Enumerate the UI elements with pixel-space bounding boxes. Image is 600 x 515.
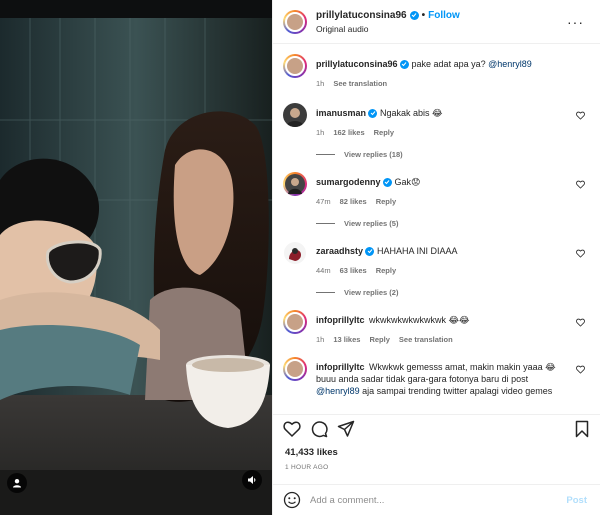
post-details: prillylatuconsina96 • Follow Original au… [272, 0, 600, 515]
comment-text: wkwkwkwkwkwkwk 😂😂 [369, 315, 470, 325]
comment-item: imanusman Ngakak abis 😂 1h 162 likes Repl… [283, 103, 600, 137]
comment-text: Gak😟 [394, 177, 421, 187]
post-comment-button[interactable]: Post [566, 495, 587, 506]
share-icon[interactable] [337, 420, 355, 438]
author-username[interactable]: prillylatuconsina96 [316, 10, 407, 21]
view-replies-button[interactable]: View replies (18) [316, 150, 600, 159]
commenter-username[interactable]: imanusman [316, 108, 366, 118]
comment-likes[interactable]: 82 likes [340, 197, 367, 206]
more-options-icon[interactable]: ··· [567, 14, 584, 30]
commenter-username[interactable]: zaraadhsty [316, 246, 363, 256]
commenter-username[interactable]: sumargodenny [316, 177, 381, 187]
view-replies-label[interactable]: View replies (2) [344, 288, 398, 297]
comment-time[interactable]: 44m [316, 266, 331, 275]
commenter-username[interactable]: infoprillyltc [316, 315, 365, 325]
comment-item: infoprillyltc wkwkwkwkwkwkwk 😂😂 1h 13 li… [283, 310, 600, 344]
like-heart-icon[interactable] [576, 180, 585, 189]
audio-toggle-icon[interactable] [242, 470, 262, 490]
comment-likes[interactable]: 63 likes [340, 266, 367, 275]
author-avatar[interactable] [283, 9, 307, 34]
commenter-avatar[interactable] [283, 103, 307, 127]
comment-mention[interactable]: @henryl89 [316, 386, 360, 396]
comment-time[interactable]: 47m [316, 197, 331, 206]
commenter-avatar[interactable] [283, 241, 307, 265]
post-time[interactable]: 1 HOUR AGO [285, 464, 328, 471]
caption: prillylatuconsina96 pake adat apa ya? @he… [283, 54, 600, 88]
follow-button[interactable]: Follow [428, 10, 460, 21]
verified-badge-icon [382, 177, 392, 187]
comment-likes[interactable]: 13 likes [333, 335, 360, 344]
like-heart-icon[interactable] [576, 318, 585, 327]
tagged-user-icon[interactable] [7, 473, 27, 493]
caption-username[interactable]: prillylatuconsina96 [316, 59, 398, 69]
commenter-avatar[interactable] [283, 172, 307, 196]
like-heart-icon[interactable] [576, 365, 585, 374]
separator-dot: • [421, 9, 426, 21]
see-translation-link[interactable]: See translation [399, 335, 453, 344]
replies-line [316, 223, 335, 224]
caption-text: pake adat apa ya? [411, 59, 489, 69]
comment-text: HAHAHA INI DIAAA [377, 246, 458, 256]
comment-item: infoprillyltc Wkwkwk gemesss amat, makin… [283, 357, 600, 397]
view-replies-label[interactable]: View replies (5) [344, 219, 398, 228]
emoji-icon[interactable] [283, 491, 301, 509]
like-heart-icon[interactable] [576, 249, 585, 258]
caption-mention[interactable]: @henryl89 [488, 59, 532, 69]
like-heart-icon[interactable] [576, 111, 585, 120]
post-header: prillylatuconsina96 • Follow Original au… [273, 0, 600, 44]
verified-badge-icon [368, 108, 378, 118]
reply-button[interactable]: Reply [369, 335, 389, 344]
instagram-post-modal: prillylatuconsina96 • Follow Original au… [0, 0, 600, 515]
comment-item: zaraadhsty HAHAHA INI DIAAA 44m 63 likes … [283, 241, 600, 275]
reply-button[interactable]: Reply [374, 128, 394, 137]
comment-input[interactable] [310, 494, 567, 506]
replies-line [316, 292, 335, 293]
comment-item: sumargodenny Gak😟 47m 82 likes Reply [283, 172, 600, 206]
comments-list: prillylatuconsina96 pake adat apa ya? @he… [273, 44, 600, 410]
like-heart-icon[interactable] [283, 420, 301, 438]
replies-line [316, 154, 335, 155]
comment-time[interactable]: 1h [316, 335, 324, 344]
see-translation-link[interactable]: See translation [333, 79, 387, 88]
audio-label[interactable]: Original audio [316, 24, 567, 34]
comment-text: Ngakak abis 😂 [380, 108, 443, 118]
comment-time[interactable]: 1h [316, 128, 324, 137]
commenter-avatar[interactable] [283, 310, 307, 334]
likes-count[interactable]: 41,433 likes [285, 447, 338, 458]
comment-icon[interactable] [310, 420, 328, 438]
add-comment-bar: Post [273, 484, 600, 515]
comment-likes[interactable]: 162 likes [333, 128, 364, 137]
commenter-username[interactable]: infoprillyltc [316, 362, 365, 372]
view-replies-label[interactable]: View replies (18) [344, 150, 403, 159]
caption-time[interactable]: 1h [316, 79, 324, 88]
post-actions [273, 414, 600, 442]
verified-badge-icon [409, 10, 419, 20]
post-video[interactable] [0, 0, 272, 515]
verified-badge-icon [365, 246, 375, 256]
commenter-avatar[interactable] [283, 357, 307, 381]
view-replies-button[interactable]: View replies (2) [316, 288, 600, 297]
video-frame [0, 0, 272, 515]
reply-button[interactable]: Reply [376, 266, 396, 275]
reply-button[interactable]: Reply [376, 197, 396, 206]
verified-badge-icon [399, 59, 409, 69]
view-replies-button[interactable]: View replies (5) [316, 219, 600, 228]
caption-avatar[interactable] [283, 54, 307, 78]
save-bookmark-icon[interactable] [573, 420, 591, 438]
comment-text-after: aja sampai trending twitter apalagi vide… [359, 386, 553, 396]
